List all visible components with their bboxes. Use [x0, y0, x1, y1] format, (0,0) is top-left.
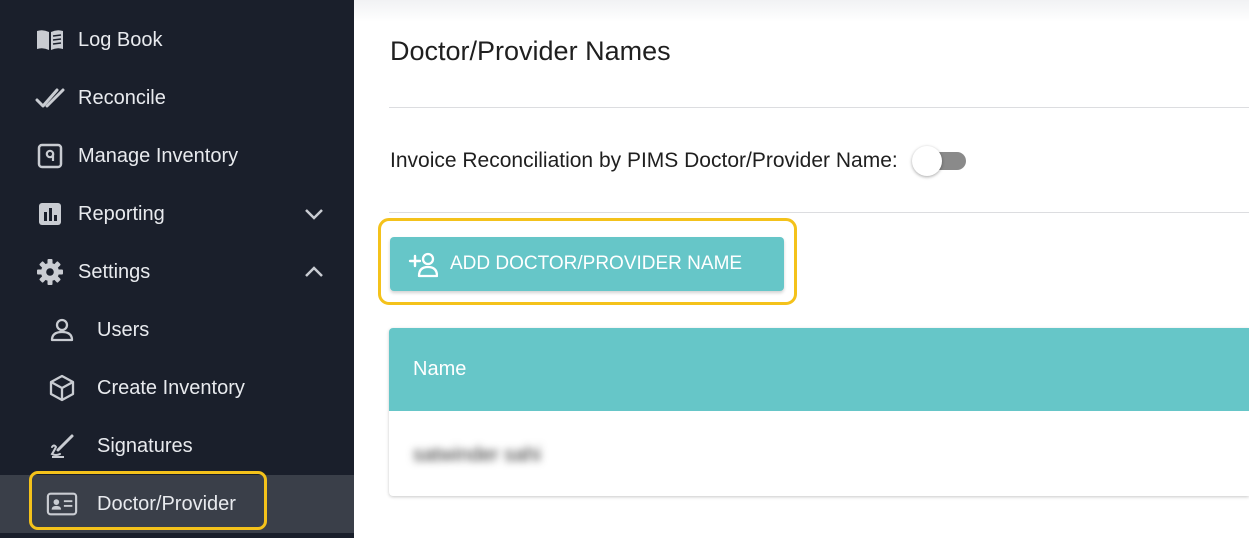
- sidebar-item-reconcile[interactable]: Reconcile: [0, 69, 354, 127]
- toggle-label: Invoice Reconciliation by PIMS Doctor/Pr…: [390, 149, 898, 172]
- page-title: Doctor/Provider Names: [390, 36, 671, 66]
- sidebar-item-label: Reporting: [78, 202, 165, 225]
- main-content: Doctor/Provider Names Invoice Reconcilia…: [354, 0, 1249, 538]
- header-shadow: [354, 0, 1249, 22]
- table-header: Name: [389, 328, 1249, 411]
- pen-icon: [46, 430, 78, 462]
- user-icon: [46, 314, 78, 346]
- sidebar-item-label: Manage Inventory: [78, 144, 239, 167]
- bar-chart-icon: [34, 198, 66, 230]
- toggle-knob: [911, 146, 942, 176]
- table-row[interactable]: satwinder sahi: [389, 411, 1249, 496]
- reconciliation-toggle[interactable]: [911, 146, 966, 176]
- sidebar-item-label: Users: [97, 318, 150, 341]
- sidebar-item-settings[interactable]: Settings: [0, 243, 354, 301]
- sidebar-item-label: Signatures: [97, 434, 193, 457]
- sidebar-item-doctor-provider[interactable]: Doctor/Provider: [0, 475, 354, 533]
- id-card-icon: [46, 488, 78, 520]
- column-header-name[interactable]: Name: [413, 358, 466, 381]
- add-doctor-provider-button[interactable]: ADD DOCTOR/PROVIDER NAME: [390, 237, 784, 291]
- sidebar-item-label: Reconcile: [78, 86, 166, 109]
- divider: [389, 212, 1249, 213]
- sidebar-item-create-inventory[interactable]: Create Inventory: [0, 359, 354, 417]
- sidebar-item-manage-inventory[interactable]: Manage Inventory: [0, 127, 354, 185]
- gear-icon: [34, 256, 66, 288]
- cube-icon: [46, 372, 78, 404]
- inventory-icon: [34, 140, 66, 172]
- sidebar-item-log-book[interactable]: Log Book: [0, 11, 354, 69]
- sidebar-item-users[interactable]: Users: [0, 301, 354, 359]
- provider-table: Name satwinder sahi: [389, 328, 1249, 496]
- sidebar-item-label: Log Book: [78, 28, 163, 51]
- sidebar-item-signatures[interactable]: Signatures: [0, 417, 354, 475]
- add-person-icon: [408, 250, 439, 278]
- chevron-up-icon[interactable]: [300, 258, 328, 286]
- sidebar: Log Book Reconcile Manage Inventory Repo…: [0, 0, 354, 538]
- book-icon: [34, 24, 66, 56]
- sidebar-item-label: Settings: [78, 260, 151, 283]
- sidebar-item-label: Create Inventory: [97, 376, 245, 399]
- sidebar-item-label: Doctor/Provider: [97, 492, 236, 515]
- sidebar-item-reporting[interactable]: Reporting: [0, 185, 354, 243]
- chevron-down-icon[interactable]: [300, 200, 328, 228]
- add-button-label: ADD DOCTOR/PROVIDER NAME: [450, 253, 743, 274]
- divider: [389, 107, 1249, 108]
- double-check-icon: [34, 82, 66, 114]
- reconciliation-setting-row: Invoice Reconciliation by PIMS Doctor/Pr…: [390, 146, 966, 176]
- table-cell-name: satwinder sahi: [413, 444, 541, 466]
